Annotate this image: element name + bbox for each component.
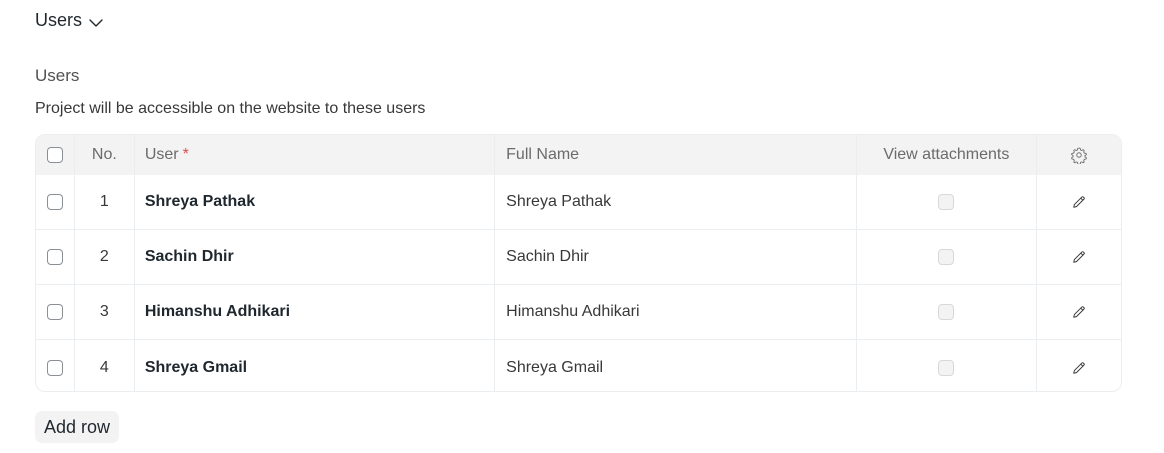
row-edit-cell	[1037, 175, 1121, 229]
row-no: 3	[75, 285, 135, 339]
header-settings-cell	[1037, 135, 1121, 175]
row-select-checkbox[interactable]	[46, 304, 63, 320]
row-select-cell	[36, 340, 75, 391]
row-select-cell	[36, 175, 75, 229]
row-view-attachments-cell	[857, 175, 1038, 229]
row-edit-cell	[1037, 230, 1121, 284]
table-header-row: No. User * Full Name View attachments	[36, 135, 1121, 175]
header-user-label: User	[144, 146, 179, 163]
row-full-name[interactable]: Shreya Gmail	[495, 340, 857, 391]
row-no: 4	[75, 340, 135, 391]
row-full-name[interactable]: Shreya Pathak	[495, 175, 857, 229]
required-mark: *	[182, 146, 189, 163]
row-select-checkbox[interactable]	[46, 194, 63, 210]
header-user: User *	[135, 135, 496, 175]
row-view-attachments-cell	[857, 230, 1038, 284]
row-select-checkbox[interactable]	[46, 359, 63, 376]
edit-pencil-icon[interactable]	[1070, 303, 1088, 321]
row-full-name[interactable]: Sachin Dhir	[495, 230, 857, 284]
field-description: Project will be accessible on the websit…	[35, 100, 426, 117]
edit-pencil-icon[interactable]	[1070, 248, 1088, 266]
view-attachments-checkbox[interactable]	[938, 249, 955, 265]
edit-pencil-icon[interactable]	[1070, 359, 1088, 377]
select-all-checkbox[interactable]	[46, 147, 63, 163]
row-select-cell	[36, 285, 75, 339]
row-user[interactable]: Sachin Dhir	[135, 230, 496, 284]
row-edit-cell	[1037, 340, 1121, 391]
row-edit-cell	[1037, 285, 1121, 339]
row-full-name[interactable]: Himanshu Adhikari	[495, 285, 857, 339]
edit-pencil-icon[interactable]	[1070, 193, 1088, 211]
view-attachments-checkbox[interactable]	[938, 194, 955, 210]
users-table: No. User * Full Name View attachments 1 …	[35, 134, 1122, 392]
table-row[interactable]: 3 Himanshu Adhikari Himanshu Adhikari	[36, 285, 1121, 340]
section-header-users[interactable]: Users	[35, 10, 104, 31]
view-attachments-checkbox[interactable]	[938, 359, 955, 376]
row-user[interactable]: Shreya Pathak	[135, 175, 496, 229]
header-no: No.	[75, 135, 135, 175]
row-no: 1	[75, 175, 135, 229]
row-view-attachments-cell	[857, 340, 1038, 391]
select-all-cell	[36, 135, 75, 175]
table-row[interactable]: 1 Shreya Pathak Shreya Pathak	[36, 175, 1121, 230]
add-row-button[interactable]: Add row	[35, 411, 120, 443]
table-row[interactable]: 2 Sachin Dhir Sachin Dhir	[36, 230, 1121, 285]
row-select-cell	[36, 230, 75, 284]
chevron-down-icon	[89, 18, 103, 27]
row-no: 2	[75, 230, 135, 284]
header-view-attachments: View attachments	[857, 135, 1038, 175]
row-user[interactable]: Shreya Gmail	[135, 340, 496, 391]
table-row[interactable]: 4 Shreya Gmail Shreya Gmail	[36, 340, 1121, 391]
field-label: Users	[35, 66, 80, 85]
row-select-checkbox[interactable]	[46, 249, 63, 265]
gear-icon[interactable]	[1070, 146, 1088, 164]
view-attachments-checkbox[interactable]	[938, 304, 955, 320]
header-full-name: Full Name	[495, 135, 857, 175]
row-view-attachments-cell	[857, 285, 1038, 339]
row-user[interactable]: Himanshu Adhikari	[135, 285, 496, 339]
section-title: Users	[35, 10, 83, 30]
